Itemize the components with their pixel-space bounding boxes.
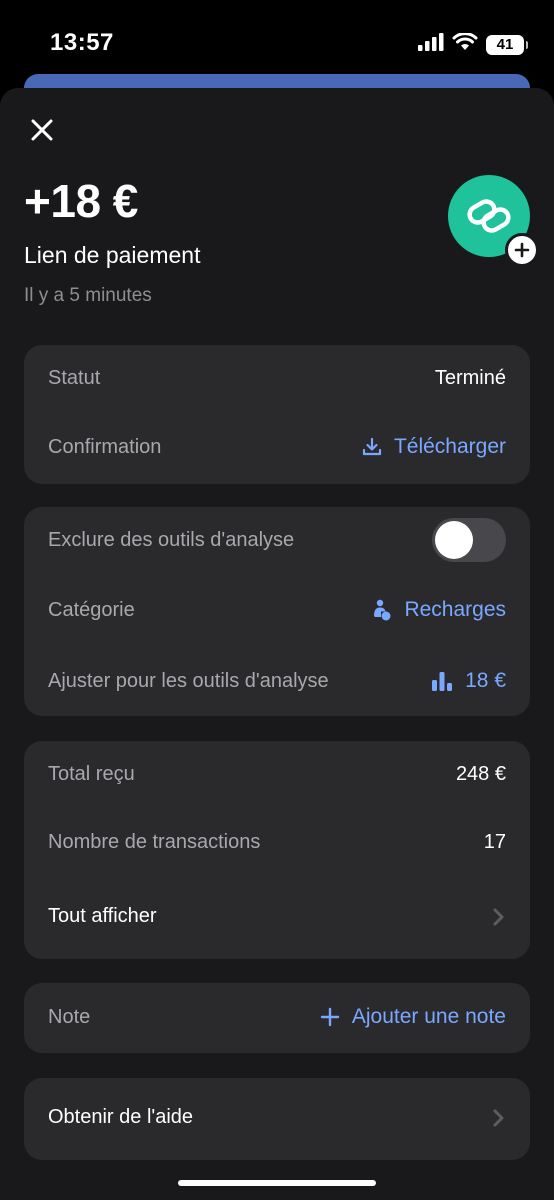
toggle-knob xyxy=(435,521,473,559)
transaction-count-value: 17 xyxy=(483,831,506,853)
adjust-analytics-label: Ajuster pour les outils d'analyse xyxy=(48,669,329,692)
home-indicator[interactable] xyxy=(178,1180,376,1186)
link-icon xyxy=(467,199,511,233)
download-button[interactable]: Télécharger xyxy=(362,435,506,459)
add-note-label: Ajouter une note xyxy=(351,1005,506,1028)
exclude-analytics-toggle[interactable] xyxy=(432,518,506,562)
category-button[interactable]: Recharges xyxy=(372,598,506,622)
battery-icon: 41 xyxy=(486,34,528,55)
totals-card: Total reçu 248 € Nombre de transactions … xyxy=(24,741,530,959)
category-value: Recharges xyxy=(404,598,506,621)
add-note-button[interactable]: Ajouter une note xyxy=(320,1005,506,1029)
plus-icon xyxy=(320,1007,340,1027)
transaction-amount: +18 € xyxy=(24,175,138,227)
status-value: Terminé xyxy=(434,367,506,389)
download-icon xyxy=(362,437,382,456)
analytics-card: Exclure des outils d'analyse Catégorie R… xyxy=(24,507,530,716)
note-card: Note Ajouter une note xyxy=(24,983,530,1053)
add-avatar-button[interactable] xyxy=(505,233,539,267)
status-time: 13:57 xyxy=(50,29,114,56)
status-label: Statut xyxy=(48,367,101,389)
close-icon xyxy=(31,119,53,141)
status-bar: 13:57 41 xyxy=(0,0,554,80)
adjust-analytics-value: 18 € xyxy=(465,669,506,692)
status-icons: 41 xyxy=(418,32,528,56)
show-all-row[interactable]: Tout afficher xyxy=(48,905,506,928)
help-label: Obtenir de l'aide xyxy=(48,1106,194,1128)
plus-icon xyxy=(514,242,530,258)
transaction-count-label: Nombre de transactions xyxy=(48,831,261,853)
signal-icon xyxy=(418,33,444,56)
wifi-icon xyxy=(452,32,478,56)
total-received-value: 248 € xyxy=(455,763,506,785)
show-all-label: Tout afficher xyxy=(48,905,157,927)
transaction-title: Lien de paiement xyxy=(24,242,201,268)
confirmation-label: Confirmation xyxy=(48,435,162,458)
total-received-label: Total reçu xyxy=(48,763,135,785)
close-button[interactable] xyxy=(22,110,62,150)
note-label: Note xyxy=(48,1005,91,1028)
chevron-right-icon xyxy=(492,1108,506,1128)
exclude-analytics-label: Exclure des outils d'analyse xyxy=(48,528,295,551)
adjust-analytics-button[interactable]: 18 € xyxy=(431,669,506,693)
download-label: Télécharger xyxy=(393,435,506,458)
category-label: Catégorie xyxy=(48,598,135,621)
transaction-time: Il y a 5 minutes xyxy=(24,285,152,306)
bar-chart-icon xyxy=(432,672,453,691)
help-card[interactable]: Obtenir de l'aide xyxy=(24,1078,530,1160)
chevron-right-icon xyxy=(492,907,506,927)
category-icon xyxy=(374,599,391,621)
status-card: Statut Terminé Confirmation Télécharger xyxy=(24,345,530,484)
